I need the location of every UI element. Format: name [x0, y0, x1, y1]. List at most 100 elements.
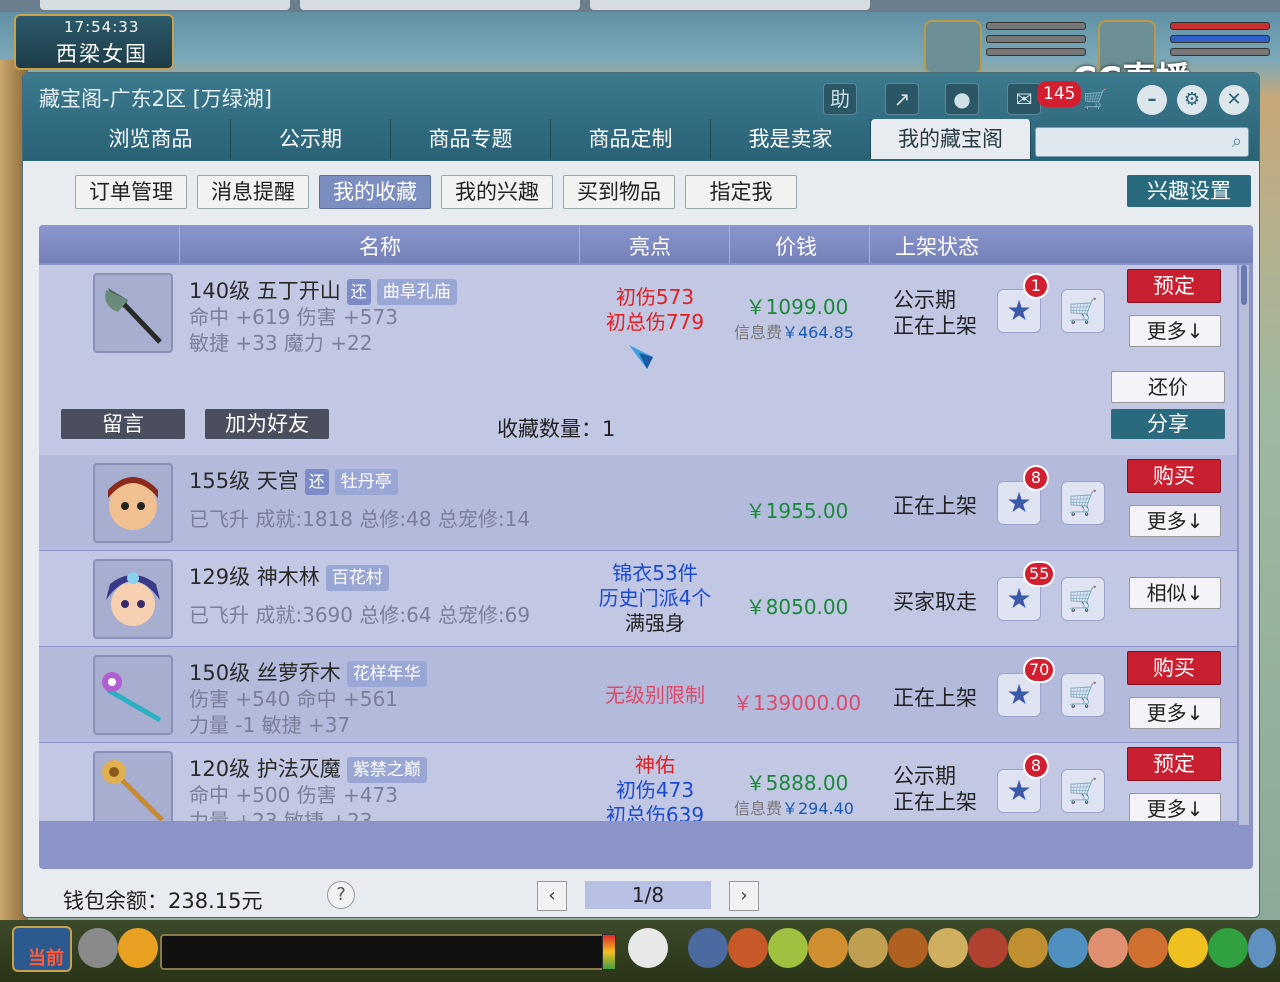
- help-button[interactable]: 助: [823, 83, 857, 115]
- tab-my-pavilion[interactable]: 我的藏宝阁: [871, 119, 1031, 159]
- highlight-line: 初总伤779: [605, 310, 705, 334]
- share-button[interactable]: 分享: [1111, 409, 1225, 439]
- record-icon[interactable]: ●: [945, 83, 979, 115]
- table-scroll-thumb[interactable]: [1241, 265, 1247, 305]
- peach-icon[interactable]: [1088, 928, 1128, 968]
- character-portrait[interactable]: [93, 463, 173, 543]
- status-line: 正在上架: [893, 314, 977, 338]
- quest-icon[interactable]: [928, 928, 968, 968]
- item-stats-1: 命中 +500 伤害 +473: [189, 783, 398, 807]
- system-icon[interactable]: [1208, 928, 1248, 968]
- table-row[interactable]: 129级 神木林 百花村 已飞升 成就:3690 总修:64 总宠修:69 锦衣5…: [39, 551, 1237, 646]
- table-scrollbar[interactable]: [1239, 265, 1249, 825]
- help-question-icon[interactable]: ?: [327, 881, 355, 909]
- channel-current-button[interactable]: 当前: [12, 926, 72, 972]
- fee-value: ￥464.85: [782, 323, 854, 342]
- pet-avatar[interactable]: [924, 20, 982, 74]
- add-to-cart-icon[interactable]: 🛒: [1061, 769, 1105, 813]
- subtab-orders[interactable]: 订单管理: [75, 175, 187, 209]
- add-to-cart-icon[interactable]: 🛒: [1061, 289, 1105, 333]
- handshake-icon[interactable]: [1128, 928, 1168, 968]
- bargain-button[interactable]: 还价: [1111, 371, 1225, 403]
- fee-label: 信息费: [733, 799, 782, 818]
- game-clock-panel: 17:54:33 西梁女国: [14, 14, 174, 70]
- reserve-button[interactable]: 预定: [1127, 747, 1221, 781]
- add-to-cart-icon[interactable]: 🛒: [1061, 481, 1105, 525]
- smiley-icon[interactable]: [1168, 928, 1208, 968]
- table-row[interactable]: 155级 天宫还牡丹亭 已飞升 成就:1818 总修:48 总宠修:14 ￥19…: [39, 455, 1237, 550]
- table-row[interactable]: 140级 五丁开山还曲阜孔庙 命中 +619 伤害 +573 敏捷 +33 魔力…: [39, 265, 1237, 455]
- gang-icon[interactable]: [968, 928, 1008, 968]
- item-status: 正在上架: [893, 685, 977, 711]
- buy-button[interactable]: 购买: [1127, 651, 1221, 685]
- favorite-count-badge: 8: [1023, 753, 1049, 779]
- leave-message-button[interactable]: 留言: [61, 409, 185, 439]
- computer-icon[interactable]: [1248, 928, 1276, 968]
- pet-icon[interactable]: [888, 928, 928, 968]
- treasure-pavilion-window: 藏宝阁-广东2区 [万绿湖] 助 ↗ ● ✉ 145 🛒 – ⚙ ✕ 浏览商品 …: [22, 72, 1260, 918]
- interest-settings-button[interactable]: 兴趣设置: [1127, 175, 1251, 207]
- status-line: 买家取走: [893, 590, 977, 614]
- table-header: 名称 亮点 价钱 上架状态: [39, 225, 1253, 263]
- favorite-total: 收藏数量：1: [497, 417, 616, 441]
- col-highlight: 亮点: [629, 235, 671, 259]
- table-row[interactable]: 120级 护法灭魔 紫禁之巅 命中 +500 伤害 +473 力量 +23 敏捷 …: [39, 743, 1237, 821]
- server-tag: 百花村: [325, 565, 389, 591]
- buy-button[interactable]: 购买: [1127, 459, 1221, 493]
- give-icon[interactable]: [768, 928, 808, 968]
- item-thumbnail[interactable]: [93, 273, 173, 353]
- item-stats-1: 伤害 +540 命中 +561: [189, 687, 398, 711]
- bag-icon[interactable]: [728, 928, 768, 968]
- subtab-interests[interactable]: 我的兴趣: [441, 175, 553, 209]
- attack-icon[interactable]: [688, 928, 728, 968]
- wallet-balance: 钱包余额：238.15元: [63, 889, 263, 913]
- gear-icon[interactable]: ⚙: [1177, 85, 1207, 115]
- reserve-button[interactable]: 预定: [1127, 269, 1221, 303]
- similar-button[interactable]: 相似↓: [1129, 577, 1221, 609]
- add-to-cart-icon[interactable]: 🛒: [1061, 577, 1105, 621]
- tab-browse[interactable]: 浏览商品: [71, 119, 231, 159]
- more-button[interactable]: 更多↓: [1129, 505, 1221, 537]
- pet-face-icon[interactable]: [628, 928, 668, 968]
- item-thumbnail[interactable]: [93, 751, 173, 821]
- tab-announcement[interactable]: 公示期: [231, 119, 391, 159]
- chat-input[interactable]: [160, 934, 608, 970]
- team-icon[interactable]: [848, 928, 888, 968]
- subtab-purchased[interactable]: 买到物品: [563, 175, 675, 209]
- item-fee: 信息费￥294.40: [719, 795, 869, 819]
- minimize-icon[interactable]: –: [1137, 85, 1167, 115]
- favorite-count-badge: 55: [1023, 561, 1056, 587]
- more-button[interactable]: 更多↓: [1129, 315, 1221, 347]
- add-to-cart-icon[interactable]: 🛒: [1061, 673, 1105, 717]
- browser-tab-strip: [0, 0, 1280, 12]
- search-icon[interactable]: ⌕: [1232, 131, 1242, 152]
- subtab-assigned[interactable]: 指定我: [685, 175, 797, 209]
- status-line: 正在上架: [893, 494, 977, 518]
- subtab-messages[interactable]: 消息提醒: [197, 175, 309, 209]
- close-icon[interactable]: ✕: [1219, 85, 1249, 115]
- microphone-icon[interactable]: [78, 928, 118, 968]
- message-icon[interactable]: ✉: [1007, 83, 1041, 115]
- trade-icon[interactable]: [808, 928, 848, 968]
- prev-page-button[interactable]: ‹: [537, 881, 567, 911]
- tab-custom[interactable]: 商品定制: [551, 119, 711, 159]
- cart-icon[interactable]: 🛒: [1083, 87, 1108, 111]
- character-portrait[interactable]: [93, 559, 173, 639]
- share-arrow-icon[interactable]: ↗: [885, 83, 919, 115]
- tab-topics[interactable]: 商品专题: [391, 119, 551, 159]
- item-price: ￥5888.00: [745, 771, 849, 795]
- haggle-tag: 还: [304, 469, 329, 495]
- subtab-favorites[interactable]: 我的收藏: [319, 175, 431, 209]
- search-input[interactable]: [1036, 128, 1216, 156]
- add-friend-button[interactable]: 加为好友: [205, 409, 329, 439]
- friend-icon[interactable]: [1048, 928, 1088, 968]
- next-page-button[interactable]: ›: [729, 881, 759, 911]
- highlight-line: 神佑: [635, 753, 675, 777]
- item-thumbnail[interactable]: [93, 655, 173, 735]
- bell-icon[interactable]: [1008, 928, 1048, 968]
- more-button[interactable]: 更多↓: [1129, 697, 1221, 729]
- tab-seller[interactable]: 我是卖家: [711, 119, 871, 159]
- table-row[interactable]: 150级 丝萝乔木 花样年华 伤害 +540 命中 +561 力量 -1 敏捷 +…: [39, 647, 1237, 742]
- chat-bubble-icon[interactable]: [118, 928, 158, 968]
- more-button[interactable]: 更多↓: [1129, 793, 1221, 821]
